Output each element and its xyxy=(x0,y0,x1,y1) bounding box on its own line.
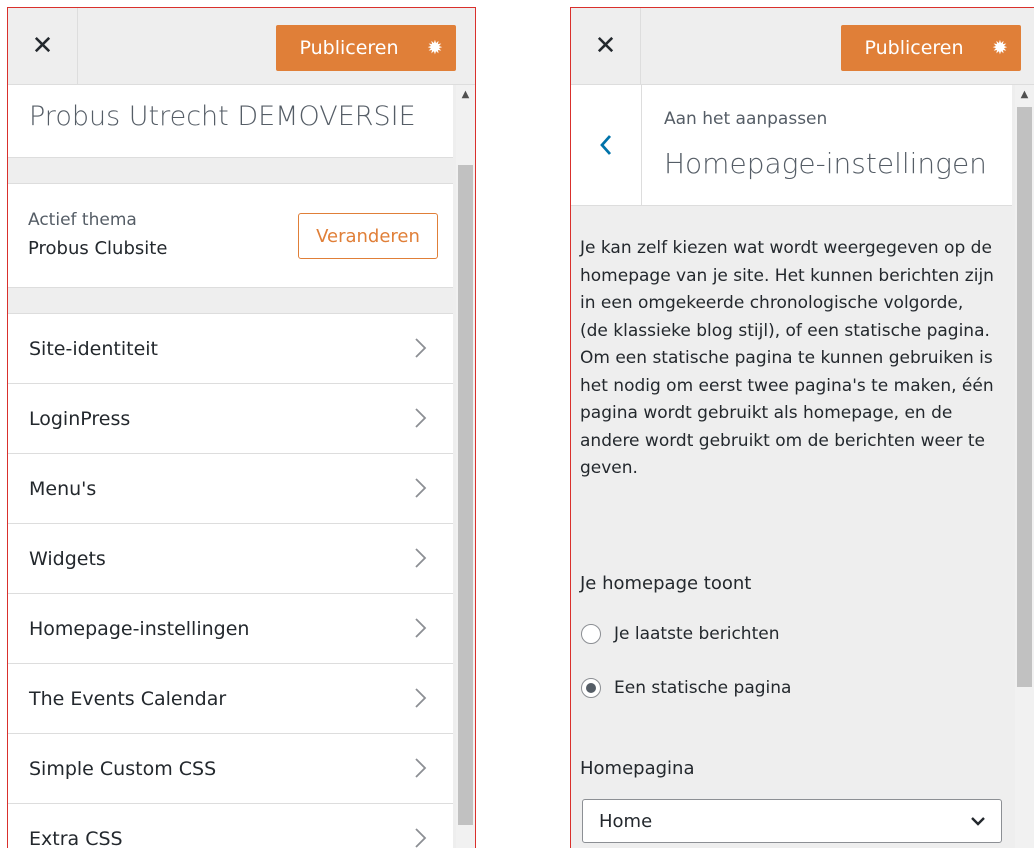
menu-item[interactable]: Site-identiteit xyxy=(8,314,453,384)
scrollbar[interactable]: ▲ xyxy=(1015,85,1034,848)
scrollbar-thumb[interactable] xyxy=(458,165,473,825)
menu-item[interactable]: Menu's xyxy=(8,454,453,524)
menu-item-label: Extra CSS xyxy=(29,827,123,848)
scrollbar-thumb[interactable] xyxy=(1017,107,1032,687)
menu-item-label: The Events Calendar xyxy=(29,687,227,710)
menu-item-label: Menu's xyxy=(29,477,97,500)
section-header: Aan het aanpassen Homepage-instellingen xyxy=(571,85,1012,206)
customizer-menu: Site-identiteit LoginPress Menu's Widgets Ho… xyxy=(8,314,453,848)
divider xyxy=(8,158,453,184)
customizing-label: Aan het aanpassen xyxy=(664,109,828,129)
panel-content: Aan het aanpassen Homepage-instellingen … xyxy=(571,85,1012,848)
menu-item-label: Widgets xyxy=(29,547,106,570)
publish-button[interactable]: Publiceren ✹ xyxy=(841,25,1021,71)
close-icon: ✕ xyxy=(31,31,54,61)
menu-item[interactable]: Simple Custom CSS xyxy=(8,734,453,804)
homepage-select[interactable]: Home xyxy=(582,799,1002,843)
menu-item[interactable]: LoginPress xyxy=(8,384,453,454)
menu-item[interactable]: Homepage-instellingen xyxy=(8,594,453,664)
publish-button[interactable]: Publiceren ✹ xyxy=(276,25,456,71)
change-theme-button[interactable]: Veranderen xyxy=(298,213,438,259)
close-icon: ✕ xyxy=(594,31,617,61)
chevron-right-icon xyxy=(415,548,427,568)
gear-icon[interactable]: ✹ xyxy=(979,37,1021,59)
radio-button[interactable] xyxy=(581,624,601,644)
gear-icon[interactable]: ✹ xyxy=(414,37,456,59)
customizer-panel-right: ✕ Publiceren ✹ Aan het aanpassen Homepag… xyxy=(570,7,1034,848)
menu-item-label: Homepage-instellingen xyxy=(29,617,250,640)
scrollbar[interactable]: ▲ xyxy=(456,85,475,848)
customizer-panel-left: ✕ Publiceren ✹ Probus Utrecht DEMOVERSIE… xyxy=(7,7,476,848)
chevron-right-icon xyxy=(415,618,427,638)
scroll-up-arrow-icon[interactable]: ▲ xyxy=(1015,85,1034,103)
radio-label: Je laatste berichten xyxy=(614,624,780,644)
radio-static-page[interactable]: Een statische pagina xyxy=(581,678,791,698)
radio-label: Een statische pagina xyxy=(614,678,792,698)
chevron-down-icon xyxy=(971,817,985,826)
menu-item-label: LoginPress xyxy=(29,407,131,430)
active-theme-section: Actief thema Probus Clubsite Veranderen xyxy=(8,184,453,288)
homepage-select-value: Home xyxy=(599,810,653,832)
back-button[interactable] xyxy=(571,85,642,205)
section-title: Homepage-instellingen xyxy=(664,147,987,180)
publish-label: Publiceren xyxy=(299,37,399,59)
chevron-left-icon xyxy=(600,135,612,155)
chevron-right-icon xyxy=(415,478,427,498)
close-button[interactable]: ✕ xyxy=(571,8,641,84)
header-bar: ✕ Publiceren ✹ xyxy=(8,8,475,85)
menu-item-label: Simple Custom CSS xyxy=(29,757,217,780)
radio-latest-posts[interactable]: Je laatste berichten xyxy=(581,624,779,644)
menu-item-label: Site-identiteit xyxy=(29,337,159,360)
publish-label: Publiceren xyxy=(864,37,964,59)
menu-item[interactable]: Extra CSS xyxy=(8,804,453,848)
panel-content: Probus Utrecht DEMOVERSIE Actief thema P… xyxy=(8,85,453,848)
active-theme-name: Probus Clubsite xyxy=(28,238,168,259)
chevron-right-icon xyxy=(415,408,427,428)
menu-item[interactable]: Widgets xyxy=(8,524,453,594)
chevron-right-icon xyxy=(415,828,427,848)
homepage-shows-label: Je homepage toont xyxy=(580,573,752,594)
chevron-right-icon xyxy=(415,758,427,778)
homepage-label: Homepagina xyxy=(580,758,695,779)
menu-item[interactable]: The Events Calendar xyxy=(8,664,453,734)
radio-button[interactable] xyxy=(581,678,601,698)
chevron-right-icon xyxy=(415,338,427,358)
section-description: Je kan zelf kiezen wat wordt weergegeven… xyxy=(580,238,994,478)
header-bar: ✕ Publiceren ✹ xyxy=(571,8,1034,85)
scroll-up-arrow-icon[interactable]: ▲ xyxy=(456,85,475,103)
chevron-right-icon xyxy=(415,688,427,708)
divider xyxy=(8,288,453,314)
site-title: Probus Utrecht DEMOVERSIE xyxy=(8,85,453,158)
close-button[interactable]: ✕ xyxy=(8,8,78,84)
active-theme-label: Actief thema xyxy=(28,210,137,230)
